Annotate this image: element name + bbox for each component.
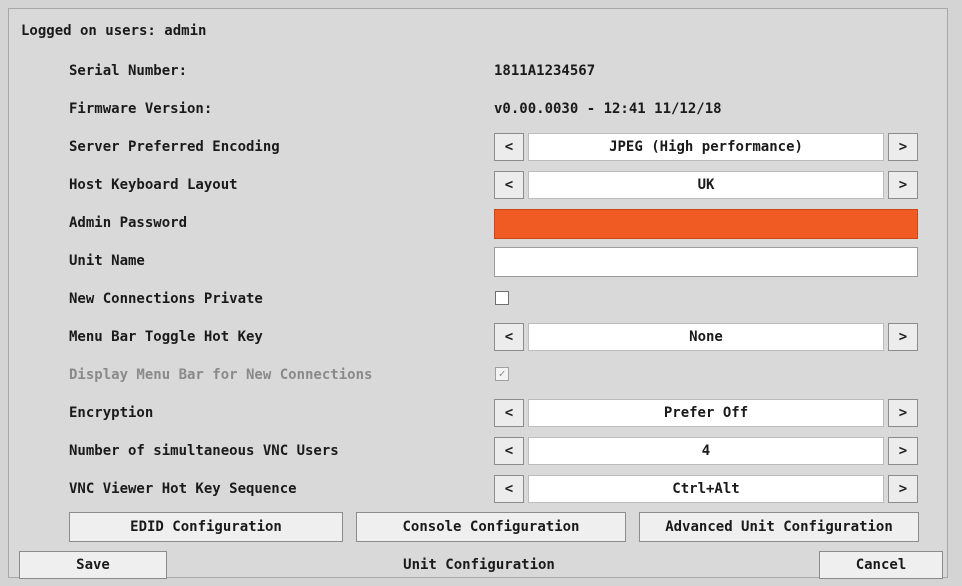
vnc-hotkey-next-button[interactable]: >: [888, 475, 918, 503]
encryption-row: Encryption < Prefer Off >: [9, 399, 949, 429]
vnc-users-value: 4: [528, 437, 884, 465]
vnc-hotkey-label: VNC Viewer Hot Key Sequence: [69, 481, 297, 497]
footer-bar: Unit Configuration Save Cancel: [9, 551, 949, 579]
vnc-users-spinner: < 4 >: [494, 437, 918, 467]
vnc-users-label: Number of simultaneous VNC Users: [69, 443, 339, 459]
edid-configuration-button[interactable]: EDID Configuration: [69, 512, 343, 542]
firmware-version-value: v0.00.0030 - 12:41 11/12/18: [494, 101, 722, 117]
encryption-prev-button[interactable]: <: [494, 399, 524, 427]
keyboard-next-button[interactable]: >: [888, 171, 918, 199]
vnc-users-prev-button[interactable]: <: [494, 437, 524, 465]
serial-number-label: Serial Number:: [69, 63, 188, 79]
logged-on-users: Logged on users: admin: [21, 23, 207, 39]
encryption-value: Prefer Off: [528, 399, 884, 427]
display-menu-bar-checkbox: ✓: [495, 367, 509, 381]
cancel-button[interactable]: Cancel: [819, 551, 943, 579]
menu-hotkey-row: Menu Bar Toggle Hot Key < None >: [9, 323, 949, 353]
vnc-hotkey-prev-button[interactable]: <: [494, 475, 524, 503]
unit-name-field[interactable]: [494, 247, 918, 277]
firmware-version-row: Firmware Version: v0.00.0030 - 12:41 11/…: [9, 95, 949, 125]
console-configuration-button[interactable]: Console Configuration: [356, 512, 626, 542]
menu-hotkey-label: Menu Bar Toggle Hot Key: [69, 329, 263, 345]
new-connections-private-row: New Connections Private: [9, 285, 949, 315]
encryption-spinner: < Prefer Off >: [494, 399, 918, 429]
vnc-users-next-button[interactable]: >: [888, 437, 918, 465]
advanced-unit-configuration-button[interactable]: Advanced Unit Configuration: [639, 512, 919, 542]
unit-name-row: Unit Name: [9, 247, 949, 277]
vnc-hotkey-row: VNC Viewer Hot Key Sequence < Ctrl+Alt >: [9, 475, 949, 505]
new-connections-private-label: New Connections Private: [69, 291, 263, 307]
encryption-label: Encryption: [69, 405, 154, 421]
encoding-label: Server Preferred Encoding: [69, 139, 280, 155]
display-menu-bar-row: Display Menu Bar for New Connections ✓: [9, 361, 949, 391]
unit-configuration-window: Logged on users: admin Serial Number: 18…: [8, 8, 949, 579]
keyboard-prev-button[interactable]: <: [494, 171, 524, 199]
admin-password-field[interactable]: [494, 209, 918, 239]
menu-hotkey-next-button[interactable]: >: [888, 323, 918, 351]
encoding-next-button[interactable]: >: [888, 133, 918, 161]
admin-password-label: Admin Password: [69, 215, 188, 231]
vnc-users-row: Number of simultaneous VNC Users < 4 >: [9, 437, 949, 467]
menu-hotkey-value: None: [528, 323, 884, 351]
admin-password-row: Admin Password: [9, 209, 949, 239]
unit-name-label: Unit Name: [69, 253, 145, 269]
menu-hotkey-prev-button[interactable]: <: [494, 323, 524, 351]
keyboard-layout-spinner: < UK >: [494, 171, 918, 201]
keyboard-layout-row: Host Keyboard Layout < UK >: [9, 171, 949, 201]
vnc-hotkey-value: Ctrl+Alt: [528, 475, 884, 503]
encoding-spinner: < JPEG (High performance) >: [494, 133, 918, 163]
keyboard-layout-label: Host Keyboard Layout: [69, 177, 238, 193]
keyboard-layout-value: UK: [528, 171, 884, 199]
save-button[interactable]: Save: [19, 551, 167, 579]
encoding-value: JPEG (High performance): [528, 133, 884, 161]
display-menu-bar-label: Display Menu Bar for New Connections: [69, 367, 373, 383]
encryption-next-button[interactable]: >: [888, 399, 918, 427]
vnc-hotkey-spinner: < Ctrl+Alt >: [494, 475, 918, 505]
serial-number-value: 1811A1234567: [494, 63, 596, 79]
new-connections-private-checkbox[interactable]: [495, 291, 509, 305]
encoding-row: Server Preferred Encoding < JPEG (High p…: [9, 133, 949, 163]
menu-hotkey-spinner: < None >: [494, 323, 918, 353]
encoding-prev-button[interactable]: <: [494, 133, 524, 161]
serial-number-row: Serial Number: 1811A1234567: [9, 57, 949, 87]
firmware-version-label: Firmware Version:: [69, 101, 213, 117]
